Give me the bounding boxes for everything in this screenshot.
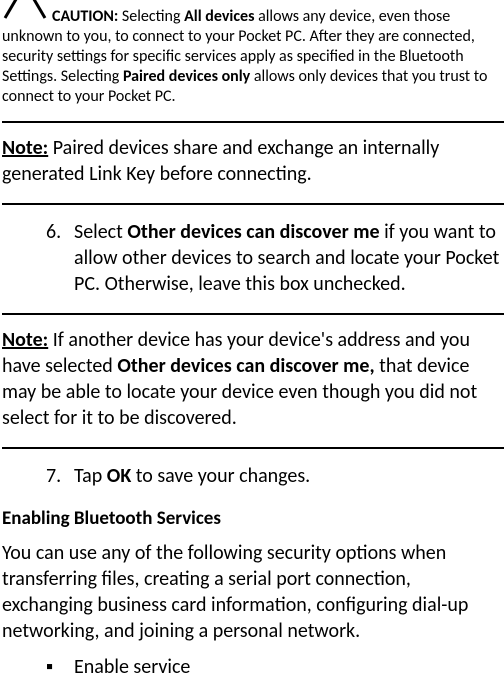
note-block-2: Note: If another device has your device'… [2, 315, 504, 447]
caution-triangle-icon [2, 0, 48, 26]
note-block-1: Note: Paired devices share and exchange … [2, 123, 504, 203]
note1-text: Paired devices share and exchange an int… [2, 136, 439, 186]
document-page: CAUTION: Selecting All devices allows an… [0, 0, 504, 699]
bullet-item-1: ▪ Enable service [2, 654, 504, 680]
step7-before: Tap [74, 464, 107, 488]
step-6: 6. Select Other devices can discover me … [2, 205, 504, 313]
bullet-text: Enable service [74, 654, 190, 680]
caution-label: CAUTION: [52, 7, 118, 26]
note2-label: Note: [2, 328, 48, 352]
caution-block: CAUTION: Selecting All devices allows an… [2, 0, 504, 107]
step-6-text: Select Other devices can discover me if … [74, 219, 504, 297]
step7-bold: OK [107, 464, 131, 488]
step6-bold: Other devices can discover me [127, 220, 379, 244]
bullet-symbol: ▪ [2, 654, 74, 680]
step-6-number: 6. [2, 219, 74, 297]
step-7-number: 7. [2, 463, 74, 489]
note1-label: Note: [2, 136, 48, 160]
caution-bold-paired: Paired devices only [123, 67, 250, 86]
step-7-text: Tap OK to save your changes. [74, 463, 504, 489]
body-paragraph: You can use any of the following securit… [2, 540, 504, 644]
caution-text-1: Selecting [118, 7, 184, 26]
step-7: 7. Tap OK to save your changes. [2, 449, 504, 495]
note2-bold: Other devices can discover me, [117, 354, 374, 378]
caution-bold-all-devices: All devices [184, 7, 254, 26]
step7-after: to save your changes. [131, 464, 310, 488]
step6-before: Select [74, 220, 127, 244]
section-heading-enabling-bluetooth-services: Enabling Bluetooth Services [2, 507, 504, 530]
